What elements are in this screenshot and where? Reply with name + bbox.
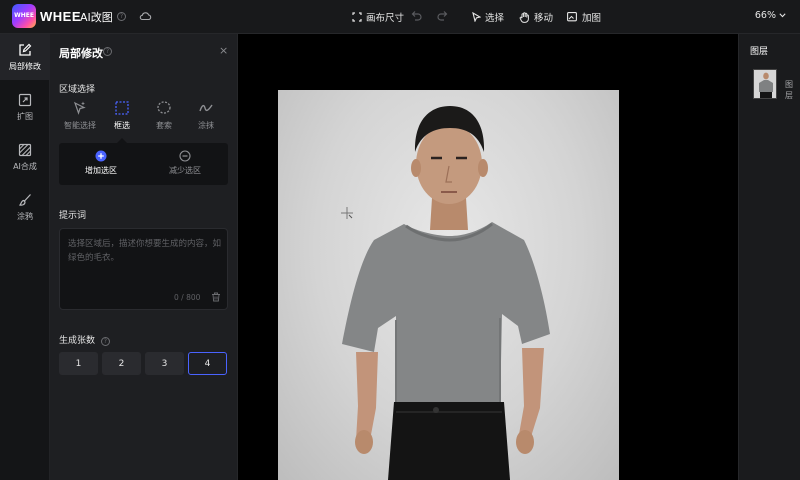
hand-icon bbox=[519, 11, 529, 23]
layer-thumbnail[interactable] bbox=[753, 69, 777, 99]
cursor-icon bbox=[472, 12, 481, 22]
rail-item-doodle[interactable]: 涂鸦 bbox=[0, 184, 50, 230]
local-edit-panel: 局部修改 ? × 区域选择 智能选择 框选 套索 涂抹 增加选区 减少选区 提示… bbox=[50, 34, 238, 480]
help-icon[interactable]: ? bbox=[103, 47, 112, 56]
select-button[interactable]: 选择 bbox=[472, 9, 504, 25]
prompt-char-count: 0 / 800 bbox=[174, 293, 201, 302]
edit-icon bbox=[19, 43, 32, 56]
layer-name[interactable]: 图层 bbox=[785, 79, 800, 101]
redo-icon[interactable] bbox=[437, 10, 449, 22]
app-title: AI改图 bbox=[80, 11, 113, 24]
zoom-value: 66% bbox=[754, 10, 776, 21]
prompt-placeholder: 选择区域后，描述你想要生成的内容，如绿色的毛衣。 bbox=[68, 239, 222, 263]
canvas-area[interactable] bbox=[238, 34, 738, 480]
tool-lasso[interactable]: 套索 bbox=[144, 100, 184, 131]
rail-item-expand[interactable]: 扩图 bbox=[0, 84, 50, 130]
tool-smear[interactable]: 涂抹 bbox=[186, 100, 226, 131]
layers-panel: 图层 图层 bbox=[738, 34, 800, 480]
layers-title: 图层 bbox=[750, 47, 769, 57]
rail-item-ai-compose[interactable]: AI合成 bbox=[0, 134, 50, 180]
add-image-icon bbox=[567, 12, 577, 22]
top-bar: WHEE WHEE AI改图 ? 画布尺寸 选择 移动 加图 66% bbox=[0, 0, 800, 34]
tool-box-select[interactable]: 框选 bbox=[102, 100, 142, 131]
smear-icon bbox=[199, 104, 213, 112]
left-tool-rail: 局部修改 扩图 AI合成 涂鸦 bbox=[0, 34, 50, 480]
smart-select-icon bbox=[73, 101, 86, 115]
portrait-illustration bbox=[342, 106, 550, 480]
undo-icon[interactable] bbox=[410, 10, 422, 22]
app-logo[interactable]: WHEE bbox=[12, 4, 36, 28]
brush-icon bbox=[18, 194, 31, 206]
plus-circle-icon bbox=[95, 150, 107, 162]
compose-icon bbox=[18, 143, 32, 157]
add-image-button[interactable]: 加图 bbox=[567, 9, 601, 25]
rail-item-local-edit[interactable]: 局部修改 bbox=[0, 34, 50, 80]
region-select-label: 区域选择 bbox=[59, 85, 96, 95]
generate-count-group: 1 2 3 4 bbox=[59, 352, 227, 375]
selection-mode-box: 增加选区 减少选区 bbox=[59, 143, 228, 185]
minus-circle-icon bbox=[179, 150, 191, 162]
canvas-size-icon bbox=[352, 12, 362, 22]
add-selection-button[interactable]: 增加选区 bbox=[59, 143, 143, 185]
zoom-dropdown[interactable]: 66% bbox=[755, 10, 786, 21]
generate-count-label: 生成张数 ? bbox=[59, 333, 110, 346]
help-icon[interactable]: ? bbox=[117, 12, 126, 21]
tool-smart-select[interactable]: 智能选择 bbox=[60, 100, 100, 131]
lasso-icon bbox=[157, 101, 171, 114]
help-icon[interactable]: ? bbox=[100, 337, 110, 346]
canvas-size-button[interactable]: 画布尺寸 bbox=[352, 9, 404, 25]
chevron-down-icon bbox=[779, 13, 786, 18]
count-option-1[interactable]: 1 bbox=[59, 352, 98, 375]
cloud-icon[interactable] bbox=[139, 10, 152, 21]
prompt-input[interactable]: 选择区域后，描述你想要生成的内容，如绿色的毛衣。 0 / 800 bbox=[59, 228, 228, 310]
panel-title: 局部修改 bbox=[59, 47, 103, 60]
move-button[interactable]: 移动 bbox=[519, 9, 553, 25]
subtract-selection-button[interactable]: 减少选区 bbox=[143, 143, 227, 185]
crosshair-cursor-icon bbox=[341, 207, 353, 219]
brand-name: WHEE bbox=[40, 9, 81, 24]
trash-icon[interactable] bbox=[211, 292, 221, 302]
count-option-4[interactable]: 4 bbox=[188, 352, 227, 375]
count-option-3[interactable]: 3 bbox=[145, 352, 184, 375]
count-option-2[interactable]: 2 bbox=[102, 352, 141, 375]
prompt-label: 提示词 bbox=[59, 211, 87, 221]
box-select-icon bbox=[115, 101, 129, 115]
close-icon[interactable]: × bbox=[219, 44, 228, 57]
photo-image[interactable] bbox=[278, 90, 619, 480]
expand-icon bbox=[18, 93, 32, 107]
